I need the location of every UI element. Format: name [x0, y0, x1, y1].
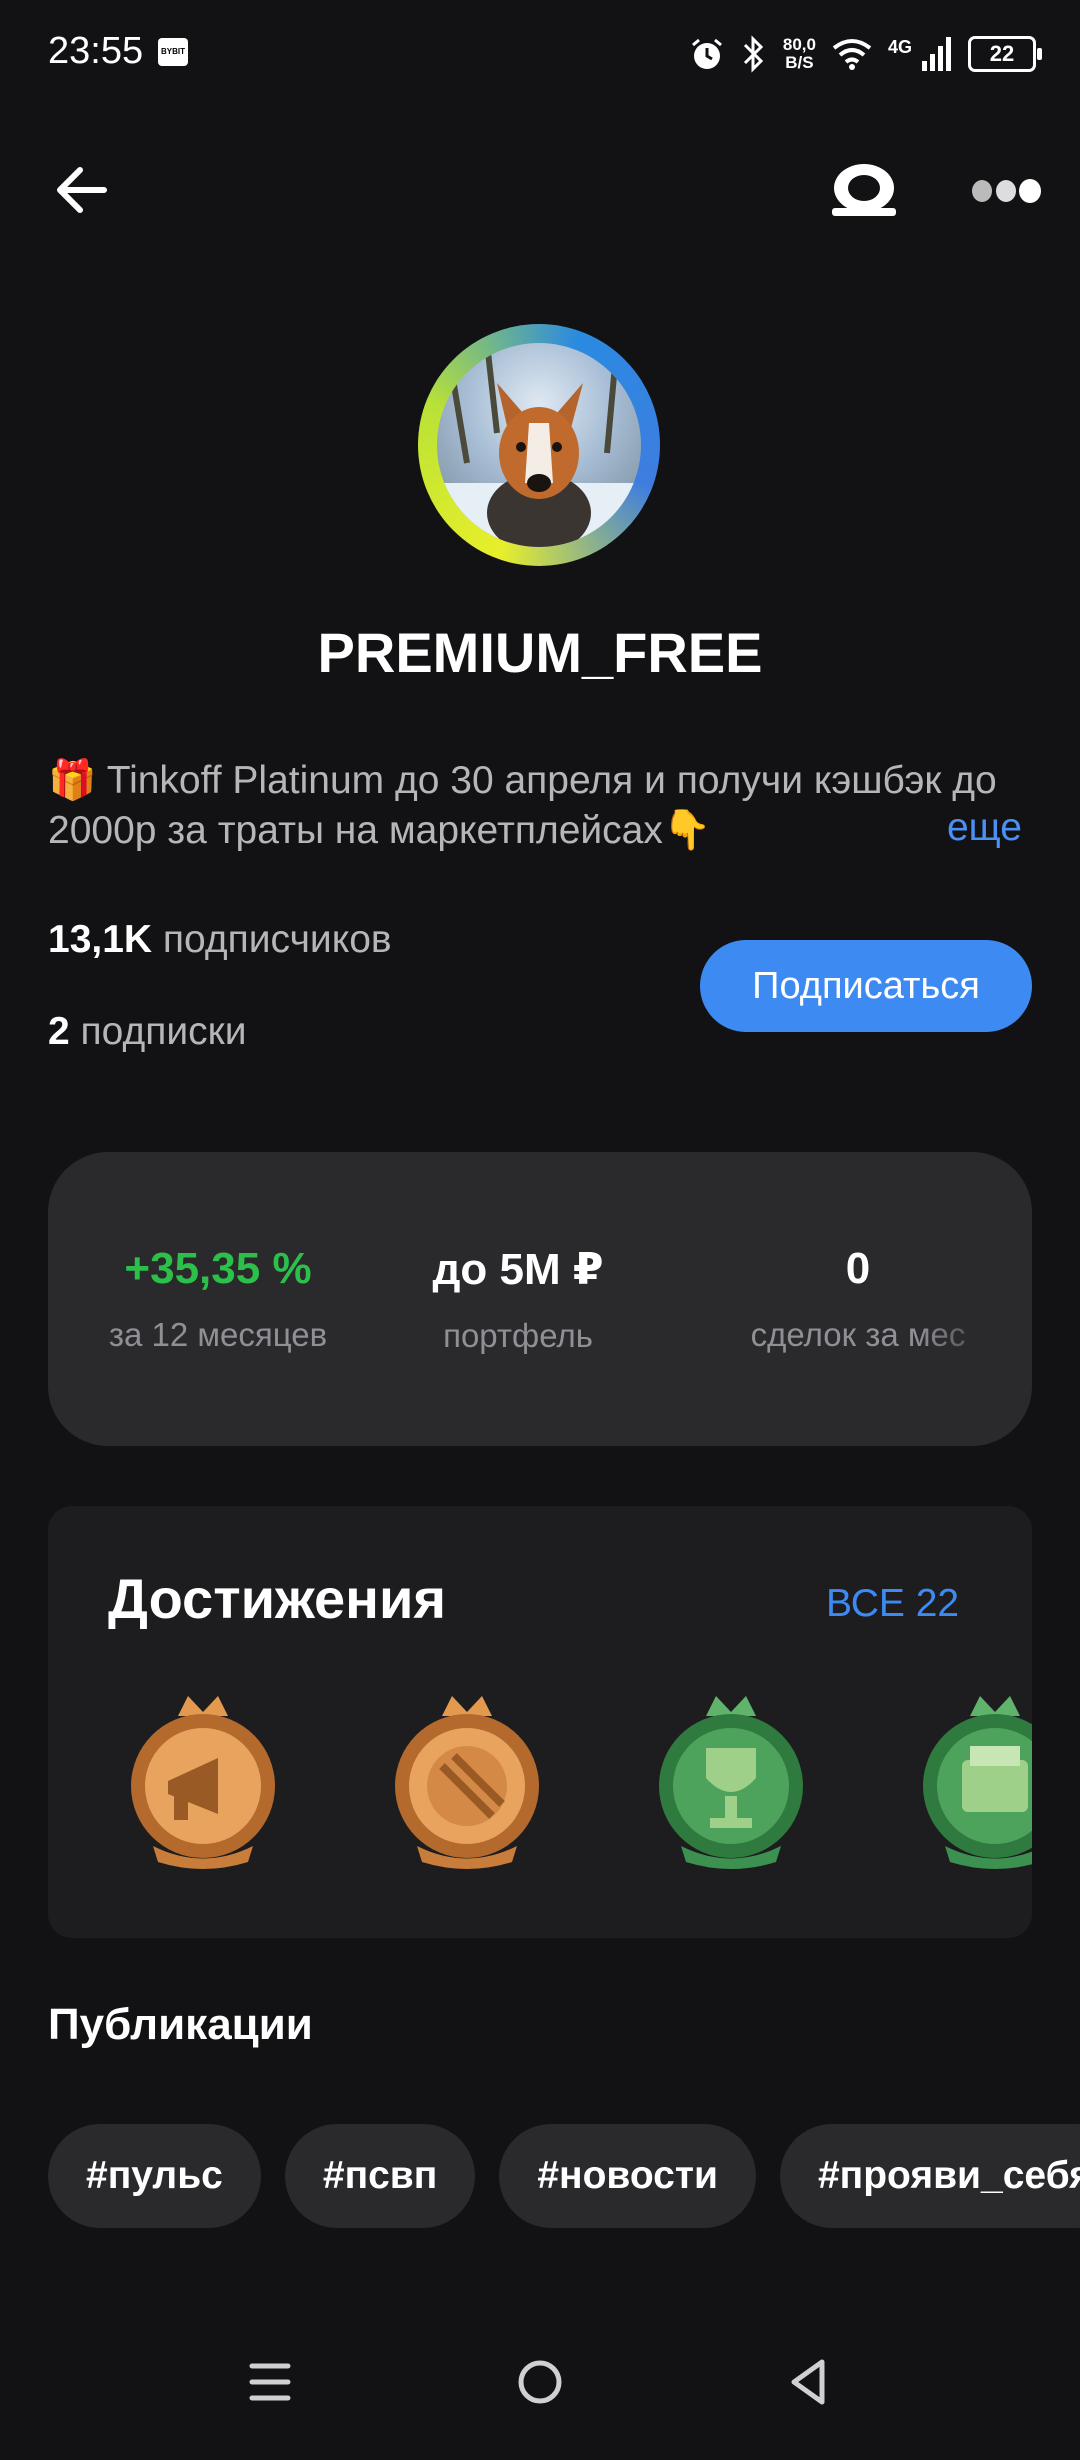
avatar[interactable]: [418, 324, 660, 566]
stat-return-label: за 12 месяцев: [108, 1316, 328, 1353]
more-button[interactable]: [968, 170, 1046, 212]
menu-icon: [249, 2363, 291, 2401]
stat-deals-value: 0: [845, 1244, 871, 1293]
recent-apps-button[interactable]: [248, 2358, 292, 2411]
status-time: 23:55: [48, 30, 144, 72]
megaphone-badge-icon[interactable]: [108, 1686, 298, 1876]
publications-title: Публикации: [48, 2000, 313, 2049]
profile-bio: 🎁 Tinkoff Platinum до 30 апреля и получи…: [48, 759, 997, 852]
system-back-button[interactable]: [786, 2356, 830, 2413]
home-circle-icon: [518, 2360, 562, 2404]
wifi-icon: [832, 39, 872, 70]
stat-portfolio-label: портфель: [443, 1317, 593, 1354]
followers-label: подписчиков: [162, 918, 392, 961]
tag-chip[interactable]: #псвп: [284, 2124, 476, 2228]
avatar-photo: [437, 343, 641, 547]
following-count: 2: [48, 1010, 70, 1053]
signal-icon: [922, 37, 951, 71]
stat-deals: 0 сделок за мес: [708, 1244, 1008, 1354]
tag-list: #пульс #псвп #новости #прояви_себя: [48, 2124, 1080, 2228]
wallet-badge-icon[interactable]: [900, 1686, 1032, 1876]
coin-badge-icon[interactable]: [372, 1686, 562, 1876]
stats-card[interactable]: +35,35 % за 12 месяцев до 5M ₽ портфель …: [48, 1152, 1032, 1446]
tag-chip[interactable]: #новости: [499, 2124, 756, 2228]
portfolio-button[interactable]: [826, 158, 902, 224]
achievements-all-link[interactable]: ВСЕ 22: [826, 1582, 959, 1626]
stat-return-value: +35,35 %: [124, 1244, 312, 1293]
profile-username: PREMIUM_FREE: [317, 621, 763, 684]
alarm-icon: [691, 38, 722, 69]
net-speed-value: 80,0: [782, 35, 816, 54]
trophy-badge-icon[interactable]: [636, 1686, 826, 1876]
stat-return: +35,35 % за 12 месяцев: [88, 1244, 348, 1354]
status-icons: 80,0 B/S 4G 22: [689, 28, 1042, 80]
bio-more-link[interactable]: еще: [947, 806, 1022, 850]
stat-portfolio: до 5M ₽ портфель: [388, 1244, 648, 1355]
tag-chip[interactable]: #прояви_себя: [779, 2124, 1080, 2228]
bluetooth-icon: [743, 35, 764, 73]
system-nav-bar: [0, 2340, 1080, 2460]
more-dots-icon: [972, 179, 1041, 203]
net-speed-unit: B/S: [785, 53, 814, 72]
followers-stat[interactable]: 13,1K подписчиков: [48, 918, 392, 962]
back-button[interactable]: [44, 150, 124, 230]
bybit-notification-icon: BYBIT: [158, 38, 188, 66]
followers-count: 13,1K: [48, 918, 153, 961]
network-type: 4G: [887, 36, 912, 57]
following-stat[interactable]: 2 подписки: [48, 1010, 247, 1054]
home-button[interactable]: [516, 2356, 564, 2413]
stat-deals-label: сделок за мес: [750, 1316, 966, 1353]
disk-icon: [832, 164, 896, 216]
achievements-card: Достижения ВСЕ 22: [48, 1506, 1032, 1938]
arrow-left-icon: [57, 167, 107, 213]
battery-icon: 22: [968, 36, 1042, 72]
status-bar: 23:55 BYBIT 80,0 B/S 4G 22: [0, 0, 1080, 110]
achievements-title: Достижения: [108, 1567, 447, 1630]
stat-portfolio-value: до 5M ₽: [432, 1245, 604, 1294]
net-speed: 80,0 B/S: [783, 36, 816, 72]
tag-chip[interactable]: #пульс: [48, 2124, 261, 2228]
following-label: подписки: [80, 1010, 247, 1053]
subscribe-button[interactable]: Подписаться: [700, 940, 1032, 1032]
back-triangle-icon: [791, 2359, 825, 2405]
